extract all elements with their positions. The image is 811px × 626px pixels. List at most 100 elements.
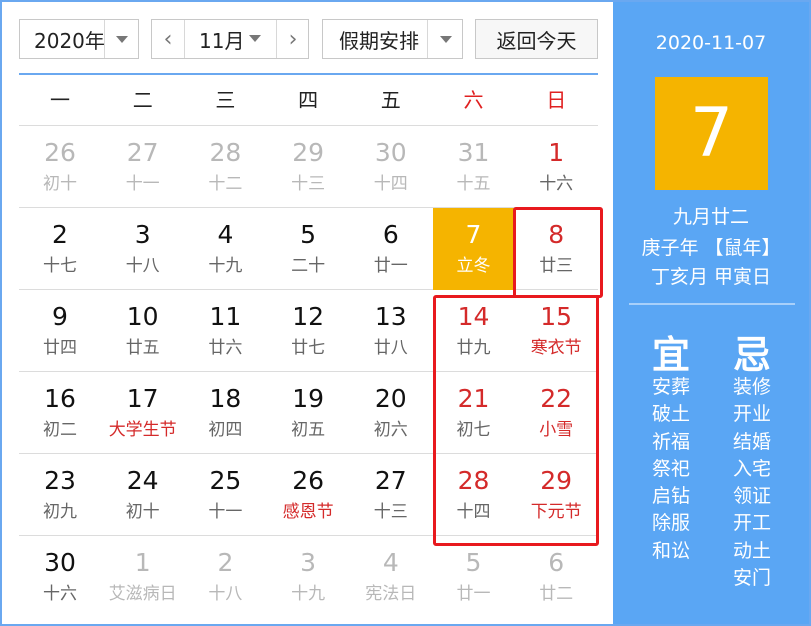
yi-item: 祭祀 [651, 457, 690, 480]
day-cell[interactable]: 16 初二 [19, 372, 101, 454]
day-number: 24 [126, 466, 159, 495]
month-select-value: 11月 [199, 28, 245, 53]
day-cell[interactable]: 9 廿四 [19, 290, 101, 372]
day-cell[interactable]: 25 十一 [184, 454, 266, 536]
lunar-label: 十二 [208, 174, 243, 194]
panel-day-number: 7 [655, 77, 768, 190]
day-cell[interactable]: 23 初九 [19, 454, 101, 536]
day-cell[interactable]: 27 十一 [102, 126, 184, 208]
weekday-label: 日 [546, 88, 567, 112]
day-cell[interactable]: 17 大学生节 [102, 372, 184, 454]
day-cell[interactable]: 5 二十 [267, 208, 349, 290]
day-number: 6 [548, 548, 565, 577]
day-number: 6 [382, 220, 399, 249]
day-detail-panel: 2020-11-07 7 九月廿二 庚子年 【鼠年】 丁亥月 甲寅日 宜 忌 安… [613, 2, 809, 624]
day-cell[interactable]: 12 廿七 [267, 290, 349, 372]
day-number: 1 [134, 548, 151, 577]
back-to-today-label: 返回今天 [496, 28, 577, 53]
lunar-label: 廿五 [125, 338, 160, 358]
lunar-label: 廿一 [373, 256, 408, 276]
lunar-label: 廿八 [373, 338, 408, 358]
panel-date: 2020-11-07 [655, 32, 767, 54]
weekday-label: 三 [215, 88, 236, 112]
prev-month-button[interactable]: ‹ [152, 20, 184, 58]
weekday-label: 四 [298, 88, 319, 112]
ji-item: 安门 [732, 567, 771, 590]
day-cell[interactable]: 26 感恩节 [267, 454, 349, 536]
holiday-select[interactable]: 假期安排 [322, 19, 463, 59]
day-number: 28 [209, 138, 242, 167]
day-cell[interactable]: 5 廿一 [433, 536, 515, 618]
day-cell[interactable]: 24 初十 [102, 454, 184, 536]
day-number: 29 [292, 138, 324, 167]
holiday-select-value: 假期安排 [339, 28, 419, 53]
yi-item: 安葬 [651, 376, 690, 398]
lunar-label: 初二 [43, 420, 77, 440]
lunar-label: 十三 [291, 174, 326, 194]
panel-lunar-date: 九月廿二 [672, 206, 749, 228]
lunar-label: 十六 [43, 584, 77, 604]
lunar-label: 初十 [43, 174, 77, 194]
day-cell[interactable]: 6 廿一 [350, 208, 432, 290]
lunar-label: 十七 [43, 256, 77, 276]
lunar-label: 艾滋病日 [108, 584, 177, 604]
day-cell[interactable]: 27 十三 [350, 454, 432, 536]
day-number: 26 [292, 466, 324, 495]
day-cell[interactable]: 29 十三 [267, 126, 349, 208]
day-number: 23 [44, 466, 76, 495]
day-cell[interactable]: 13 廿八 [350, 290, 432, 372]
day-number: 9 [52, 302, 68, 331]
day-cell[interactable]: 28 十二 [184, 126, 266, 208]
day-cell[interactable]: 3 十八 [102, 208, 184, 290]
ji-item: 装修 [732, 376, 771, 398]
ji-item: 开业 [732, 403, 771, 426]
year-select[interactable]: 2020年 [19, 19, 139, 59]
chevron-down-icon [116, 36, 128, 43]
month-select[interactable]: 11月 [185, 20, 275, 58]
ji-list: 装修 开业 结婚 入宅 领证 开工 动土 安门 [722, 374, 782, 592]
day-cell[interactable]: 30 十六 [19, 536, 101, 618]
ji-item: 入宅 [732, 457, 771, 480]
day-cell[interactable]: 31 十五 [433, 126, 515, 208]
day-number: 27 [126, 138, 159, 167]
day-cell[interactable]: 26 初十 [19, 126, 101, 208]
year-select-value: 2020年 [34, 28, 105, 53]
day-cell[interactable]: 6 廿二 [515, 536, 597, 618]
day-number: 12 [292, 302, 324, 331]
day-cell[interactable]: 1 艾滋病日 [102, 536, 184, 618]
day-number: 31 [457, 138, 490, 167]
back-to-today-button[interactable]: 返回今天 [475, 19, 598, 59]
day-cell[interactable]: 10 廿五 [102, 290, 184, 372]
day-number: 30 [374, 138, 407, 167]
day-cell[interactable]: 4 十九 [184, 208, 266, 290]
day-cell[interactable]: 3 十九 [267, 536, 349, 618]
day-cell[interactable]: 1 十六 [515, 126, 597, 208]
lunar-label: 十四 [373, 174, 408, 194]
yi-item: 除服 [651, 512, 690, 535]
day-cell[interactable]: 19 初五 [267, 372, 349, 454]
next-month-button[interactable]: › [277, 20, 309, 58]
day-cell[interactable]: 30 十四 [350, 126, 432, 208]
day-number: 7 [465, 220, 482, 249]
lunar-label: 初六 [373, 420, 408, 440]
ji-item: 结婚 [732, 430, 771, 453]
ji-item: 开工 [732, 512, 771, 535]
month-control: ‹ 11月 › [151, 19, 309, 59]
day-cell[interactable]: 20 初六 [350, 372, 432, 454]
lunar-label: 廿四 [43, 338, 77, 358]
lunar-label: 廿七 [291, 338, 326, 358]
day-cell[interactable]: 2 十七 [19, 208, 101, 290]
yi-list: 安葬 破土 祈福 祭祀 启钻 除服 和讼 [641, 374, 701, 565]
ji-heading: 忌 [732, 333, 771, 377]
lunar-label: 初十 [125, 502, 160, 522]
day-cell[interactable]: 2 十八 [184, 536, 266, 618]
day-number: 10 [126, 302, 159, 331]
day-cell[interactable]: 7 立冬 [432, 208, 515, 290]
lunar-label: 大学生节 [108, 420, 177, 440]
day-cell[interactable]: 18 初四 [184, 372, 266, 454]
day-cell[interactable]: 4 宪法日 [350, 536, 432, 618]
day-cell[interactable]: 11 廿六 [184, 290, 266, 372]
day-number: 13 [374, 302, 407, 331]
ji-item: 领证 [732, 485, 771, 508]
lunar-label: 廿二 [539, 584, 574, 604]
